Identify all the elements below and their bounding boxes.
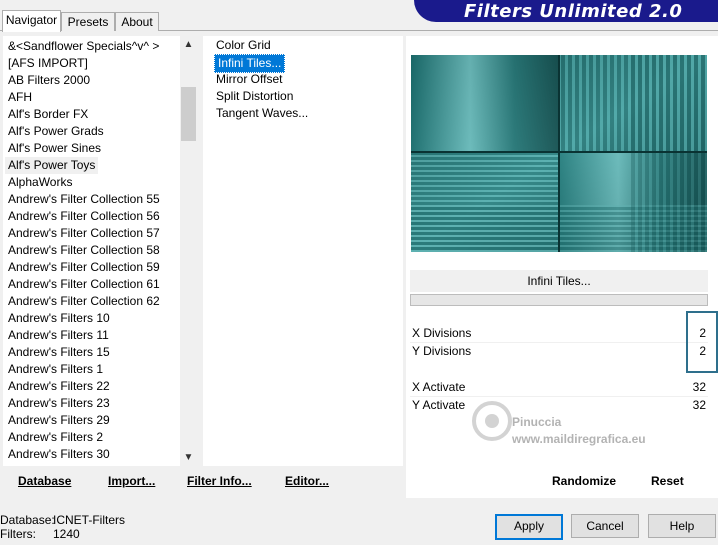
scroll-thumb[interactable] [181, 87, 196, 141]
category-item[interactable]: Alf's Power Grads [8, 123, 104, 140]
cancel-button[interactable]: Cancel [571, 514, 639, 538]
param-label: X Activate [412, 380, 466, 394]
category-item[interactable]: [AFS IMPORT] [8, 55, 88, 72]
category-item[interactable]: Andrew's Filter Collection 56 [8, 208, 160, 225]
category-item[interactable]: Andrew's Filters 15 [8, 344, 110, 361]
filter-name-bar: Infini Tiles... [410, 270, 708, 292]
param-row-y-activate[interactable]: Y Activate 32 [410, 397, 708, 414]
filter-item[interactable]: Mirror Offset [216, 71, 282, 88]
filter-item[interactable]: Tangent Waves... [216, 105, 308, 122]
category-item[interactable]: Andrew's Filter Collection 57 [8, 225, 160, 242]
category-item[interactable]: Andrew's Filter Collection 62 [8, 293, 160, 310]
database-info-label: Database: [0, 513, 55, 527]
category-item[interactable]: Andrew's Filters 1 [8, 361, 103, 378]
category-item[interactable]: Andrew's Filters 10 [8, 310, 110, 327]
filter-info-button[interactable]: Filter Info... [187, 474, 252, 488]
category-item[interactable]: AlphaWorks [8, 174, 72, 191]
category-item[interactable]: Alf's Border FX [8, 106, 88, 123]
category-item[interactable]: AB Filters 2000 [8, 72, 90, 89]
category-list[interactable]: &<Sandflower Specials^v^ > [AFS IMPORT] AB… [3, 36, 197, 466]
focus-highlight [686, 311, 718, 373]
scroll-down-icon[interactable]: ▼ [180, 449, 197, 466]
filters-count-value: 1240 [53, 527, 80, 541]
editor-button[interactable]: Editor... [285, 474, 329, 488]
param-label: Y Divisions [412, 344, 472, 358]
app-title: Filters Unlimited 2.0 [464, 1, 683, 22]
watermark-url: www.maildiregrafica.eu [512, 432, 646, 446]
database-info-value: ICNET-Filters [53, 513, 125, 527]
apply-button[interactable]: Apply [495, 514, 563, 540]
progress-bar [410, 294, 708, 306]
category-item[interactable]: Andrew's Filters 30 [8, 446, 110, 463]
param-label: X Divisions [412, 326, 472, 340]
category-item[interactable]: Andrew's Filters 2 [8, 429, 103, 446]
scroll-up-icon[interactable]: ▲ [180, 36, 197, 53]
category-item[interactable]: Andrew's Filter Collection 58 [8, 242, 160, 259]
param-label: Y Activate [412, 398, 466, 412]
category-item[interactable]: Andrew's Filters 11 [8, 327, 109, 344]
param-value[interactable]: 32 [693, 379, 706, 396]
filter-item[interactable]: Color Grid [216, 37, 271, 54]
help-button[interactable]: Help [648, 514, 716, 538]
param-row-x-divisions[interactable]: X Divisions 2 [410, 325, 708, 342]
category-item[interactable]: Alf's Power Toys [5, 157, 99, 174]
filter-item[interactable]: Split Distortion [216, 88, 293, 105]
category-item[interactable]: Andrew's Filter Collection 55 [8, 191, 160, 208]
watermark-name: Pinuccia [512, 415, 562, 429]
tab-presets[interactable]: Presets [61, 12, 115, 31]
randomize-button[interactable]: Randomize [552, 474, 616, 488]
filters-count-label: Filters: [0, 527, 36, 541]
tab-navigator[interactable]: Navigator [2, 10, 61, 32]
reset-button[interactable]: Reset [651, 474, 684, 488]
category-item[interactable]: Andrew's Filters 29 [8, 412, 110, 429]
database-button[interactable]: Database [18, 474, 71, 488]
category-scrollbar[interactable]: ▲ ▼ [180, 36, 197, 466]
category-item[interactable]: Alf's Power Sines [8, 140, 101, 157]
category-item[interactable]: AFH [8, 89, 32, 106]
tab-about[interactable]: About [115, 12, 159, 31]
param-value[interactable]: 32 [693, 397, 706, 414]
category-item[interactable]: &<Sandflower Specials^v^ > [8, 38, 159, 55]
category-item[interactable]: Andrew's Filters 22 [8, 378, 110, 395]
import-button[interactable]: Import... [108, 474, 155, 488]
filter-list[interactable]: Color Grid Infini Tiles... Mirror Offset Sp… [203, 36, 403, 466]
category-item[interactable]: Andrew's Filters 23 [8, 395, 110, 412]
category-item[interactable]: Andrew's Filter Collection 61 [8, 276, 160, 293]
preview-image [411, 55, 707, 252]
param-row-y-divisions[interactable]: Y Divisions 2 [410, 343, 708, 360]
param-row-x-activate[interactable]: X Activate 32 [410, 379, 708, 396]
category-item[interactable]: Andrew's Filter Collection 59 [8, 259, 160, 276]
title-banner: Filters Unlimited 2.0 [414, 0, 718, 22]
